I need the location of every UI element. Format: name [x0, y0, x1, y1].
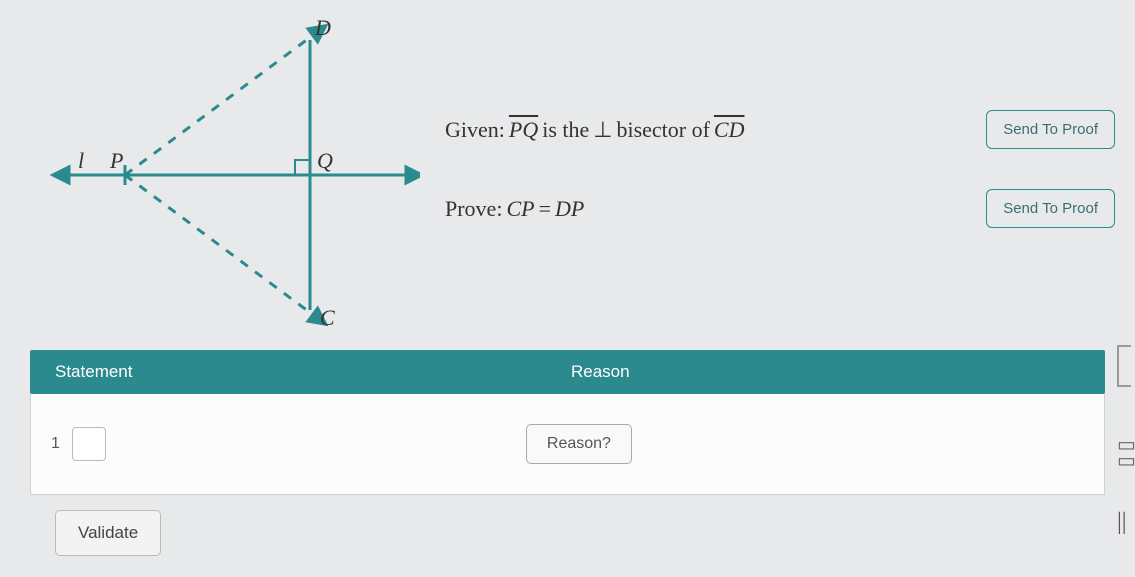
label-P: P	[109, 148, 123, 173]
given-seg-pq: PQ	[509, 117, 538, 143]
given-mid: is the	[542, 117, 589, 143]
send-to-proof-given-button[interactable]: Send To Proof	[986, 110, 1115, 149]
given-prefix: Given:	[445, 117, 505, 143]
geometry-figure: l P Q D C	[20, 10, 420, 330]
statement-input[interactable]	[72, 427, 106, 461]
label-C: C	[320, 305, 335, 330]
given-row: Given: PQ is the ⊥ bisector of CD Send T…	[445, 110, 1115, 149]
right-toolbar-edge: ▭▭ ||	[1117, 345, 1135, 545]
proof-table-header: Statement Reason	[30, 350, 1105, 394]
given-seg-cd: CD	[714, 117, 745, 143]
header-reason: Reason	[546, 362, 1105, 382]
validate-button[interactable]: Validate	[55, 510, 161, 556]
prove-eq: =	[539, 196, 551, 222]
prove-row: Prove: CP = DP Send To Proof	[445, 189, 1115, 228]
proof-row-1: 1 Reason?	[30, 394, 1105, 495]
problem-top-area: l P Q D C Given: PQ is the ⊥ bisector of…	[0, 0, 1135, 340]
edge-parallel-icon: ||	[1117, 509, 1135, 536]
prove-left: CP	[506, 196, 534, 222]
edge-fraction-icon: ▭▭	[1117, 437, 1135, 469]
label-l: l	[78, 148, 84, 173]
header-statement: Statement	[30, 362, 546, 382]
edge-bracket-icon	[1117, 345, 1131, 387]
label-D: D	[314, 15, 331, 40]
label-Q: Q	[317, 148, 333, 173]
prove-right: DP	[555, 196, 584, 222]
reason-select-button[interactable]: Reason?	[526, 424, 632, 464]
proof-table: Statement Reason 1 Reason?	[30, 350, 1105, 495]
perp-symbol: ⊥	[593, 117, 612, 143]
prove-prefix: Prove:	[445, 196, 502, 222]
send-to-proof-prove-button[interactable]: Send To Proof	[986, 189, 1115, 228]
given-text: Given: PQ is the ⊥ bisector of CD	[445, 117, 744, 143]
prove-text: Prove: CP = DP	[445, 196, 584, 222]
given-mid2: bisector of	[616, 117, 709, 143]
problem-statements: Given: PQ is the ⊥ bisector of CD Send T…	[445, 10, 1115, 268]
row-number: 1	[51, 435, 60, 453]
